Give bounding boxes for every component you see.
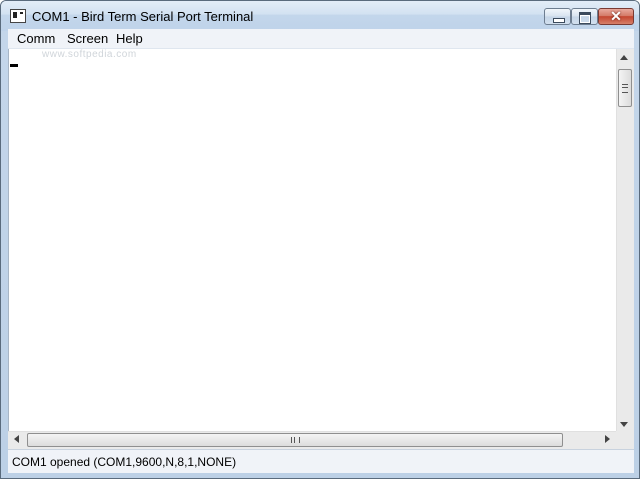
status-text: COM1 opened (COM1,9600,N,8,1,NONE) (12, 455, 237, 469)
menu-comm[interactable]: Comm (15, 30, 57, 47)
grip-icon (622, 84, 628, 93)
close-button[interactable]: ✕ (598, 8, 634, 25)
maximize-icon (579, 12, 591, 24)
menu-help[interactable]: Help (114, 30, 145, 47)
close-icon: ✕ (610, 8, 622, 24)
horizontal-scroll-thumb[interactable] (27, 433, 563, 447)
watermark: www.softpedia.com (42, 49, 137, 60)
title-bar[interactable]: COM1 - Bird Term Serial Port Terminal ✕ (1, 1, 639, 31)
minimize-icon (553, 18, 565, 23)
menu-bar: Comm Screen Help (8, 29, 634, 49)
grip-icon (291, 437, 300, 443)
scroll-right-icon[interactable] (605, 435, 610, 443)
terminal-icon[interactable] (10, 9, 26, 23)
status-bar: COM1 opened (COM1,9600,N,8,1,NONE) (8, 449, 634, 473)
horizontal-scrollbar[interactable] (8, 431, 616, 449)
scroll-up-icon[interactable] (620, 55, 628, 60)
terminal-output-area[interactable]: www.softpedia.com (8, 49, 617, 431)
window-title: COM1 - Bird Term Serial Port Terminal (32, 9, 254, 24)
scroll-down-icon[interactable] (620, 422, 628, 427)
maximize-button[interactable] (571, 8, 598, 25)
scrollbar-corner (616, 431, 634, 449)
scroll-left-icon[interactable] (14, 435, 19, 443)
app-window: COM1 - Bird Term Serial Port Terminal ✕ … (0, 0, 640, 479)
vertical-scrollbar[interactable] (616, 49, 634, 431)
minimize-button[interactable] (544, 8, 571, 25)
menu-screen[interactable]: Screen (65, 30, 110, 47)
vertical-scroll-thumb[interactable] (618, 69, 632, 107)
text-cursor (10, 64, 18, 67)
